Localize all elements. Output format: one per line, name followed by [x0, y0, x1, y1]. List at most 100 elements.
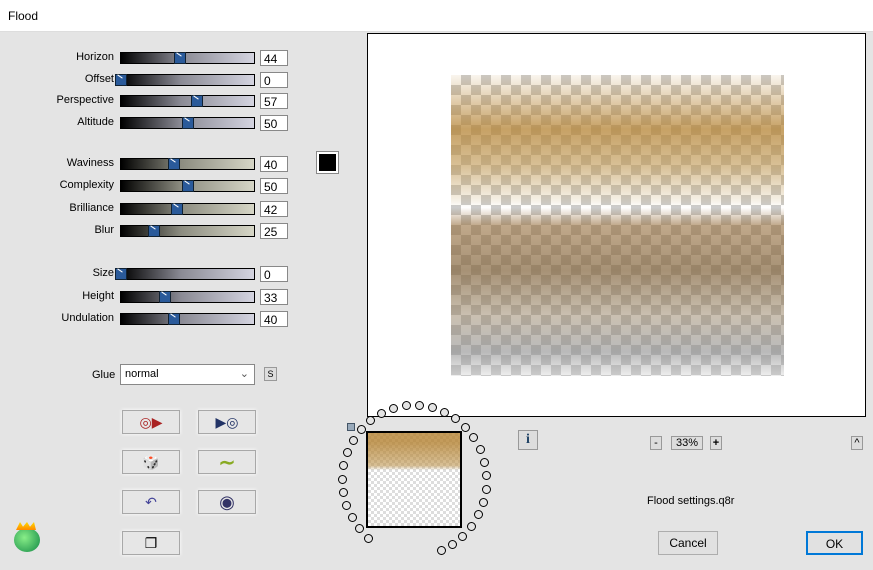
navigator-dot[interactable] [347, 513, 357, 523]
slider-row-brilliance: Brilliance 42 [0, 201, 300, 217]
slider-label: Brilliance [69, 202, 114, 214]
offset-slider[interactable] [115, 74, 255, 86]
navigator-dot[interactable] [451, 414, 461, 424]
navigator-dot[interactable] [343, 448, 353, 458]
complexity-slider[interactable] [120, 180, 255, 192]
navigator-dot[interactable] [475, 445, 485, 455]
navigator-dot[interactable] [478, 497, 488, 507]
navigator-dot[interactable] [469, 433, 479, 443]
ring-button[interactable]: ◉ [198, 490, 256, 514]
undulation-slider[interactable] [120, 313, 255, 325]
blur-input[interactable]: 25 [260, 223, 288, 239]
navigator-dot[interactable] [414, 401, 424, 411]
blur-slider[interactable] [120, 225, 255, 237]
load-preset-button[interactable]: ◎▶ [122, 410, 180, 434]
slider-thumb[interactable] [168, 313, 181, 325]
undulation-input[interactable]: 40 [260, 311, 288, 327]
navigator-dot[interactable] [427, 403, 437, 413]
wave-button[interactable]: ∼ [198, 450, 256, 474]
waviness-slider[interactable] [120, 158, 255, 170]
save-preset-button[interactable]: ▶◎ [198, 410, 256, 434]
zoom-in-button[interactable]: + [710, 436, 722, 450]
settings-filename: Flood settings.q8r [647, 495, 735, 507]
navigator-dot[interactable] [460, 423, 470, 433]
navigator-dot[interactable] [354, 524, 364, 534]
color-swatch[interactable] [316, 151, 339, 174]
slider-thumb[interactable] [115, 268, 127, 280]
window-title: Flood [8, 9, 39, 23]
slider-row-offset: Offset 0 [0, 72, 300, 88]
height-slider[interactable] [120, 291, 255, 303]
navigator-dot[interactable] [479, 457, 489, 467]
slider-thumb[interactable] [168, 158, 181, 170]
slider-label: Blur [94, 224, 114, 236]
height-input[interactable]: 33 [260, 289, 288, 305]
dice-icon: 🎲 [142, 453, 160, 470]
slider-thumb[interactable] [190, 95, 203, 107]
navigator-dot[interactable] [481, 471, 491, 481]
slider-thumb[interactable] [148, 225, 161, 237]
navigator-dot[interactable] [436, 545, 446, 555]
navigator-dot[interactable] [366, 416, 376, 426]
altitude-input[interactable]: 50 [260, 115, 288, 131]
slider-thumb[interactable] [181, 180, 194, 192]
slider-thumb[interactable] [173, 52, 186, 64]
copy-button[interactable]: ❐ [122, 531, 180, 555]
navigator-dot[interactable] [448, 539, 458, 549]
perspective-slider[interactable] [120, 95, 255, 107]
ok-button[interactable]: OK [806, 531, 863, 555]
glue-value: normal [125, 368, 159, 380]
perspective-input[interactable]: 57 [260, 93, 288, 109]
brilliance-slider[interactable] [120, 203, 255, 215]
navigator-dot[interactable] [348, 436, 358, 446]
glue-select[interactable]: normal ⌄ [120, 364, 255, 385]
navigator-dot[interactable] [338, 487, 348, 497]
navigator-dot[interactable] [474, 510, 484, 520]
slider-row-undulation: Undulation 40 [0, 311, 300, 327]
complexity-input[interactable]: 50 [260, 178, 288, 194]
slider-label: Complexity [59, 179, 114, 191]
randomize-button[interactable]: 🎲 [122, 450, 180, 474]
slider-row-waviness: Waviness 40 [0, 156, 300, 172]
slider-row-size: Size 0 [0, 266, 300, 282]
zoom-level: 33% [671, 436, 703, 450]
slider-thumb[interactable] [158, 291, 171, 303]
slider-label: Height [82, 290, 114, 302]
reset-button[interactable]: ↶ [122, 490, 180, 514]
navigator-dot[interactable] [364, 533, 374, 543]
preview-image [451, 75, 784, 376]
navigator-dot[interactable] [467, 521, 477, 531]
size-slider[interactable] [115, 268, 255, 280]
slider-thumb[interactable] [115, 74, 127, 86]
slider-thumb[interactable] [170, 203, 183, 215]
slider-label: Size [92, 267, 114, 279]
navigator-dot[interactable] [356, 425, 366, 435]
preview-pane[interactable] [367, 33, 866, 417]
navigator-dot[interactable] [338, 474, 347, 484]
brilliance-input[interactable]: 42 [260, 201, 288, 217]
navigator-handle[interactable] [347, 423, 355, 431]
navigator-dot[interactable] [458, 531, 468, 541]
collapse-button[interactable]: ^ [851, 436, 863, 450]
navigator-dot[interactable] [481, 484, 491, 494]
horizon-slider[interactable] [120, 52, 255, 64]
navigator-dot[interactable] [439, 407, 449, 417]
altitude-slider[interactable] [120, 117, 255, 129]
slider-label: Waviness [66, 157, 114, 169]
horizon-input[interactable]: 44 [260, 50, 288, 66]
ring-icon: ◉ [219, 491, 235, 512]
cancel-button[interactable]: Cancel [658, 531, 718, 555]
s-button[interactable]: S [264, 367, 277, 381]
slider-thumb[interactable] [181, 117, 194, 129]
info-button[interactable]: i [518, 430, 538, 450]
zoom-out-button[interactable]: - [650, 436, 662, 450]
plugin-logo-icon [14, 528, 40, 552]
offset-input[interactable]: 0 [260, 72, 288, 88]
navigator-dot[interactable] [339, 461, 349, 471]
size-input[interactable]: 0 [260, 266, 288, 282]
slider-row-altitude: Altitude 50 [0, 115, 300, 131]
navigator-dot[interactable] [342, 501, 352, 511]
navigator-thumbnail[interactable] [366, 431, 462, 528]
disc-arrow-icon: ◎▶ [139, 413, 163, 430]
waviness-input[interactable]: 40 [260, 156, 288, 172]
